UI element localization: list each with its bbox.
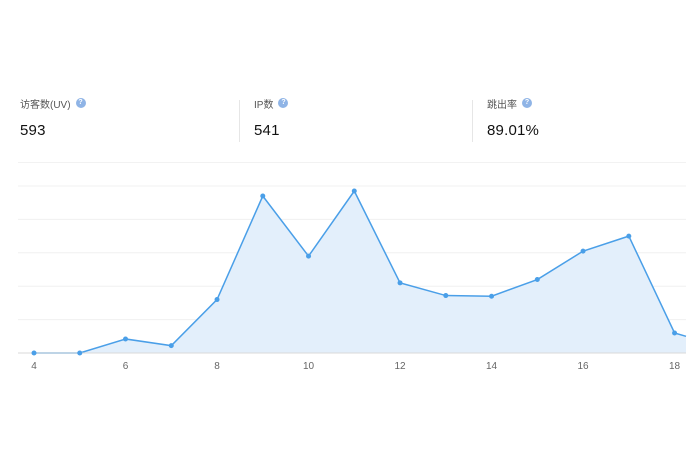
data-point — [214, 297, 220, 303]
x-tick-label: 6 — [123, 361, 129, 372]
x-tick-label: 4 — [31, 361, 37, 372]
data-point — [397, 280, 403, 286]
x-tick-label: 14 — [486, 361, 498, 372]
data-point — [672, 330, 678, 336]
series-area — [34, 191, 687, 353]
data-point — [626, 233, 632, 239]
data-point — [168, 343, 174, 349]
x-tick-label: 8 — [214, 361, 220, 372]
x-tick-label: 12 — [394, 361, 406, 372]
data-point — [443, 293, 449, 299]
data-point — [31, 350, 37, 356]
data-point — [260, 193, 266, 199]
data-point — [580, 248, 586, 254]
data-point — [306, 253, 312, 259]
data-point — [489, 293, 495, 299]
data-point — [123, 336, 129, 342]
data-point — [77, 350, 83, 356]
x-tick-label: 18 — [669, 361, 681, 372]
data-point — [534, 277, 540, 283]
data-point — [351, 188, 357, 194]
x-tick-label: 10 — [303, 361, 315, 372]
x-tick-label: 16 — [577, 361, 589, 372]
trend-chart: 4 6 8 10 12 14 16 18 — [18, 185, 687, 372]
